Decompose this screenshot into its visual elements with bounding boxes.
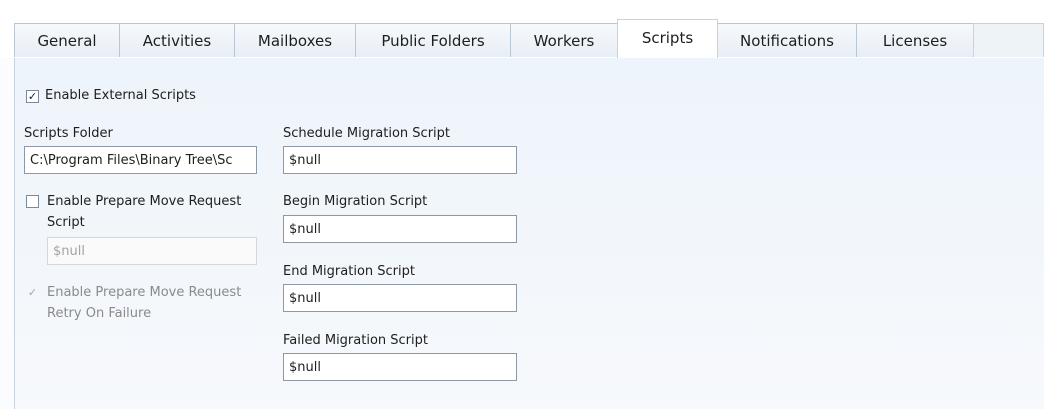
tab-strip-filler (973, 23, 1044, 57)
scripts-folder-input[interactable] (24, 146, 257, 174)
tab-licenses[interactable]: Licenses (856, 23, 974, 57)
tab-notifications[interactable]: Notifications (717, 23, 857, 57)
tab-activities[interactable]: Activities (119, 23, 235, 57)
tab-mailboxes[interactable]: Mailboxes (234, 23, 356, 57)
failed-migration-script-label: Failed Migration Script (283, 333, 428, 348)
tab-general[interactable]: General (14, 23, 120, 57)
enable-prepare-move-request-label-line1: Enable Prepare Move Request (47, 194, 242, 209)
scripts-panel: ✓ Enable External Scripts Scripts Folder… (14, 58, 1044, 409)
schedule-migration-script-label: Schedule Migration Script (283, 126, 451, 141)
tab-workers[interactable]: Workers (510, 23, 618, 57)
scripts-folder-label: Scripts Folder (24, 126, 113, 141)
tab-public-folders[interactable]: Public Folders (355, 23, 511, 57)
enable-external-scripts-checkbox[interactable]: ✓ (26, 90, 39, 103)
enable-prepare-move-retry-checkbox: ✓ (27, 286, 38, 299)
tab-bar: General Activities Mailboxes Public Fold… (14, 19, 1044, 59)
enable-prepare-move-request-label-line2: Script (47, 215, 85, 230)
end-migration-script-input[interactable] (283, 284, 517, 312)
failed-migration-script-input[interactable] (283, 353, 517, 381)
enable-prepare-move-request-checkbox[interactable] (26, 195, 39, 208)
begin-migration-script-label: Begin Migration Script (283, 194, 428, 209)
enable-external-scripts-label: Enable External Scripts (45, 88, 196, 103)
end-migration-script-label: End Migration Script (283, 264, 415, 279)
schedule-migration-script-input[interactable] (283, 146, 517, 174)
tab-scripts[interactable]: Scripts (617, 19, 718, 58)
prepare-move-request-script-input (47, 237, 257, 265)
enable-prepare-move-retry-label-line1: Enable Prepare Move Request (47, 285, 242, 300)
settings-window: General Activities Mailboxes Public Fold… (0, 0, 1044, 409)
enable-prepare-move-retry-label-line2: Retry On Failure (47, 306, 152, 321)
begin-migration-script-input[interactable] (283, 215, 517, 243)
